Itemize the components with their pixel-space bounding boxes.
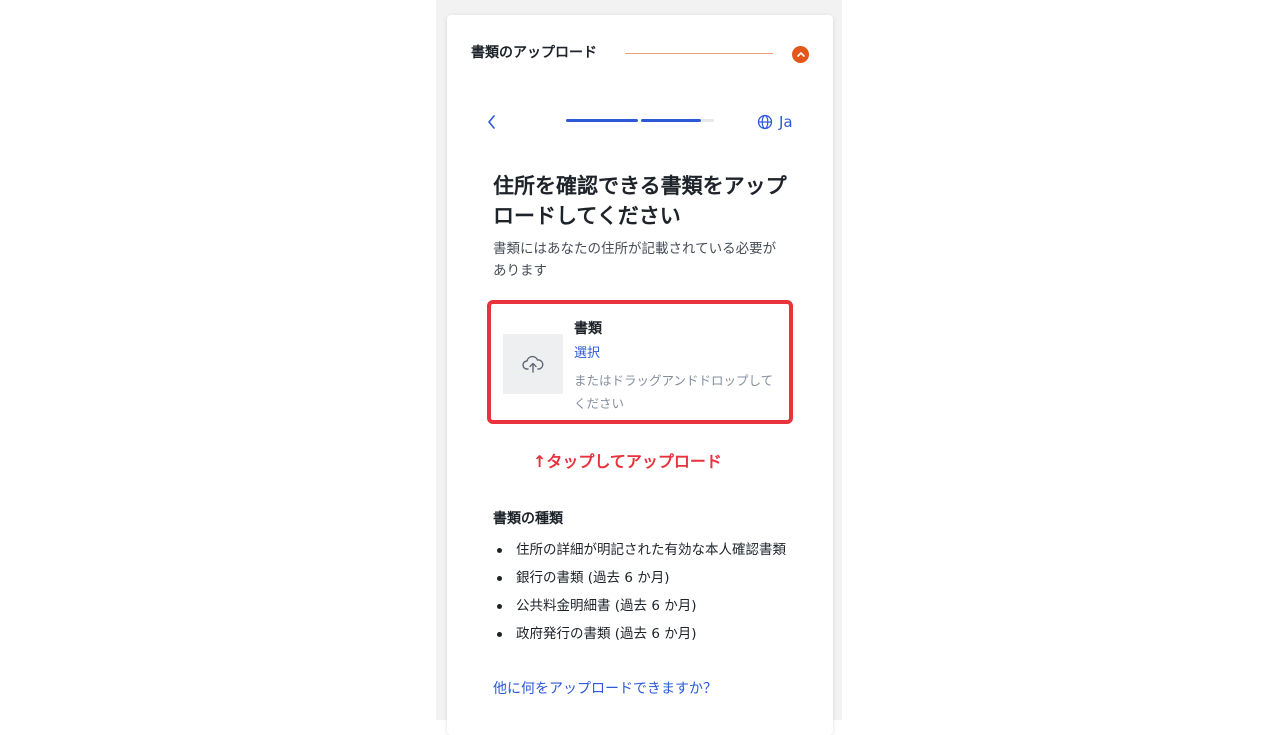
list-item: 銀行の書類 (過去 6 か月)	[493, 567, 793, 590]
cloud-upload-icon	[522, 355, 544, 373]
list-item: 政府発行の書類 (過去 6 か月)	[493, 623, 793, 646]
header-divider	[625, 53, 773, 54]
document-types-heading: 書類の種類	[493, 511, 563, 527]
list-item: 住所の詳細が明記された有効な本人確認書類	[493, 539, 793, 562]
collapse-button[interactable]	[792, 46, 809, 63]
card-header-title: 書類のアップロード	[471, 45, 597, 61]
document-upload-dropzone[interactable]: 書類 選択 またはドラッグアンドドロップしてください	[487, 300, 793, 424]
language-label: Ja	[779, 113, 793, 131]
progress-step	[566, 119, 638, 122]
language-selector[interactable]: Ja	[757, 112, 793, 132]
select-file-link[interactable]: 選択	[574, 344, 600, 364]
list-item-text: 銀行の書類 (過去 6 か月)	[516, 570, 670, 586]
progress-step	[641, 119, 701, 122]
bullet-icon	[497, 604, 502, 609]
list-item-text: 公共料金明細書 (過去 6 か月)	[516, 598, 697, 614]
chevron-left-icon	[488, 115, 495, 129]
bullet-icon	[497, 632, 502, 637]
chevron-up-icon	[796, 52, 805, 57]
step-progress-bar	[566, 119, 714, 123]
upload-card: 書類のアップロード Ja 住所を確認できる書類をアップロードしてください 書類に…	[447, 15, 833, 735]
list-item-text: 政府発行の書類 (過去 6 か月)	[516, 626, 697, 642]
globe-icon	[757, 114, 773, 130]
tap-to-upload-annotation: ↑タップしてアップロード	[533, 452, 722, 471]
bullet-icon	[497, 576, 502, 581]
drag-drop-hint: またはドラッグアンドドロップしてください	[574, 373, 774, 411]
progress-step	[701, 119, 714, 122]
upload-thumbnail	[503, 334, 563, 394]
bullet-icon	[497, 548, 502, 553]
upload-label: 書類	[574, 321, 602, 337]
page-title: 住所を確認できる書類をアップロードしてください	[493, 174, 787, 228]
list-item-text: 住所の詳細が明記された有効な本人確認書類	[516, 542, 786, 558]
list-item: 公共料金明細書 (過去 6 か月)	[493, 595, 793, 618]
back-button[interactable]	[482, 111, 502, 133]
document-types-list: 住所の詳細が明記された有効な本人確認書類 銀行の書類 (過去 6 か月) 公共料…	[493, 539, 793, 651]
page-subtitle: 書類にはあなたの住所が記載されている必要があります	[493, 241, 777, 279]
what-else-can-i-upload-link[interactable]: 他に何をアップロードできますか？	[493, 679, 717, 699]
